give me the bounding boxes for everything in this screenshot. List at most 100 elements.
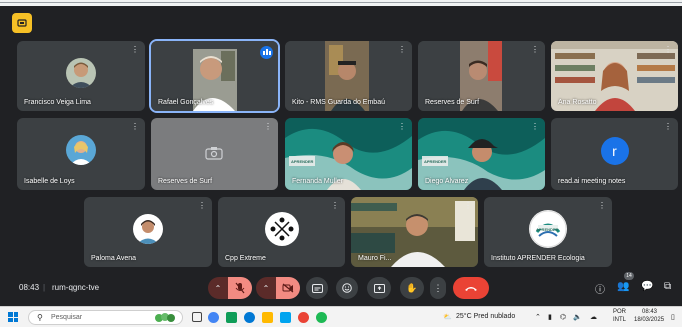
- mic-options-button[interactable]: ⌃: [208, 277, 228, 299]
- participant-tile[interactable]: ⋮ Paloma Avena: [84, 197, 212, 267]
- more-options-icon[interactable]: ⋮: [464, 202, 472, 210]
- participant-name: Cpp Extreme: [225, 255, 266, 262]
- activities-icon[interactable]: ⧉: [664, 281, 671, 292]
- emoji-icon: [342, 283, 352, 293]
- present-icon: [17, 19, 27, 27]
- more-vert-icon: ⋮: [433, 282, 443, 293]
- more-options-icon[interactable]: ⋮: [198, 202, 206, 210]
- more-options-button[interactable]: ⋮: [430, 277, 446, 299]
- camera-off-icon: [205, 147, 223, 160]
- chat-icon[interactable]: 💬: [641, 281, 653, 292]
- chevron-up-icon: ⌃: [214, 283, 222, 293]
- participant-name: Reserves de Surf: [425, 99, 480, 106]
- sheets-icon[interactable]: [226, 312, 237, 323]
- chrome-profile-icon[interactable]: [298, 312, 309, 323]
- participant-name: read.ai meeting notes: [558, 178, 626, 185]
- more-options-icon[interactable]: ⋮: [664, 123, 672, 131]
- camera-off-icon: [282, 283, 294, 293]
- notification-icon[interactable]: ▯: [671, 313, 675, 321]
- participant-name: Francisco Veiga Lima: [24, 99, 91, 106]
- more-options-icon[interactable]: ⋮: [131, 123, 139, 131]
- reactions-button[interactable]: [336, 277, 358, 299]
- store-icon[interactable]: [280, 312, 291, 323]
- more-options-icon[interactable]: ⋮: [398, 46, 406, 54]
- meeting-info-icon[interactable]: ⓘ: [595, 281, 605, 296]
- chevron-up-icon: ⌃: [262, 283, 270, 293]
- search-highlight-icon: [155, 313, 175, 322]
- participant-count-badge: 14: [624, 272, 634, 280]
- aprender-logo-text: APRENDER: [424, 159, 447, 164]
- participant-tile[interactable]: ⋮ Reserves de Surf: [151, 118, 278, 190]
- edge-icon[interactable]: [244, 312, 255, 323]
- hand-icon: ✋: [406, 282, 418, 293]
- meet-app-badge[interactable]: [12, 13, 32, 33]
- hang-up-icon: [465, 286, 477, 291]
- clock-time[interactable]: 08:43: [642, 309, 657, 315]
- weather-icon: ⛅: [443, 314, 452, 321]
- participant-tile[interactable]: ⋮ Mauro Fi...: [351, 197, 478, 267]
- more-options-icon[interactable]: ⋮: [331, 202, 339, 210]
- window-top-strip: [0, 0, 682, 6]
- network-icon[interactable]: ⌬: [560, 313, 566, 321]
- more-options-icon[interactable]: ⋮: [531, 46, 539, 54]
- camera-toggle-button[interactable]: [276, 277, 300, 299]
- participant-name: Mauro Fi...: [358, 255, 392, 262]
- battery-icon[interactable]: ▮: [548, 313, 552, 321]
- participant-tile[interactable]: r ⋮ read.ai meeting notes: [551, 118, 678, 190]
- meeting-code: rum-qgnc-tve: [52, 283, 100, 292]
- participant-name: Rafael Gonçalves: [158, 99, 214, 106]
- aprender-logo-text: APRENDER: [536, 227, 559, 232]
- windows-start-icon[interactable]: [8, 312, 18, 322]
- more-options-icon[interactable]: ⋮: [531, 123, 539, 131]
- volume-icon[interactable]: 🔈: [573, 313, 582, 321]
- leave-call-button[interactable]: [453, 277, 489, 299]
- participant-name: Fernanda Muller: [292, 178, 343, 185]
- more-options-icon[interactable]: ⋮: [398, 123, 406, 131]
- more-options-icon[interactable]: ⋮: [131, 46, 139, 54]
- participant-name: Kito - RMS Guarda do Embaú: [292, 99, 385, 106]
- participant-tile[interactable]: ⋮ Ana Rosatto: [551, 41, 678, 111]
- participant-tile[interactable]: ⋮ Isabelle de Loys: [17, 118, 145, 190]
- participant-name: Reserves de Surf: [158, 178, 213, 185]
- present-now-button[interactable]: [367, 277, 391, 299]
- participant-tile[interactable]: ⋮ Reserves de Surf: [418, 41, 545, 111]
- participant-tile[interactable]: APRENDER ⋮ Fernanda Muller: [285, 118, 412, 190]
- captions-button[interactable]: [306, 277, 328, 299]
- taskbar-search-box[interactable]: ⚲ Pesquisar: [28, 310, 183, 325]
- participant-initial-avatar: r: [600, 137, 629, 166]
- participant-tile[interactable]: APRENDER ⋮ Instituto APRENDER Ecologia: [484, 197, 612, 267]
- clock-date[interactable]: 18/03/2025: [634, 317, 664, 323]
- onedrive-icon[interactable]: ☁: [590, 313, 597, 321]
- participant-avatar: [66, 135, 96, 166]
- camera-options-button[interactable]: ⌃: [256, 277, 276, 299]
- more-options-icon[interactable]: ⋮: [598, 202, 606, 210]
- people-icon[interactable]: 👥: [617, 281, 629, 292]
- file-explorer-icon[interactable]: [262, 312, 273, 323]
- windows-taskbar: ⚲ Pesquisar ⛅ 25°C Pred nublado ⌃ ▮ ⌬ 🔈 …: [0, 306, 682, 327]
- tray-chevron-icon[interactable]: ⌃: [535, 313, 541, 321]
- cpp-extreme-logo: [264, 212, 299, 247]
- participant-name: Isabelle de Loys: [24, 178, 75, 185]
- task-view-icon[interactable]: [192, 312, 202, 322]
- raise-hand-button[interactable]: ✋: [400, 277, 424, 299]
- participant-tile[interactable]: ⋮ Kito - RMS Guarda do Embaú: [285, 41, 412, 111]
- spotify-icon[interactable]: [316, 312, 327, 323]
- participant-tile[interactable]: ⋮ Francisco Veiga Lima: [17, 41, 145, 111]
- taskbar-search-placeholder: Pesquisar: [51, 314, 83, 321]
- mic-toggle-button[interactable]: [228, 277, 252, 299]
- participant-name: Paloma Avena: [91, 255, 137, 262]
- mic-off-icon: [235, 282, 245, 294]
- chrome-icon[interactable]: [208, 312, 219, 323]
- language-top[interactable]: POR: [613, 309, 626, 315]
- captions-icon: [311, 283, 323, 293]
- present-screen-icon: [373, 283, 385, 293]
- more-options-icon[interactable]: ⋮: [664, 46, 672, 54]
- more-options-icon[interactable]: ⋮: [264, 123, 272, 131]
- participant-tile[interactable]: ⋮ Cpp Extreme: [218, 197, 345, 267]
- meeting-separator: |: [43, 283, 46, 292]
- participant-tile[interactable]: Rafael Gonçalves: [149, 39, 280, 113]
- weather-text[interactable]: 25°C Pred nublado: [456, 313, 515, 320]
- participant-tile[interactable]: APRENDER ⋮ Diego Alvarez: [418, 118, 545, 190]
- language-bottom[interactable]: INTL: [613, 317, 626, 323]
- meet-window: ⋮ Francisco Veiga Lima Rafael Gonçalves …: [0, 0, 682, 327]
